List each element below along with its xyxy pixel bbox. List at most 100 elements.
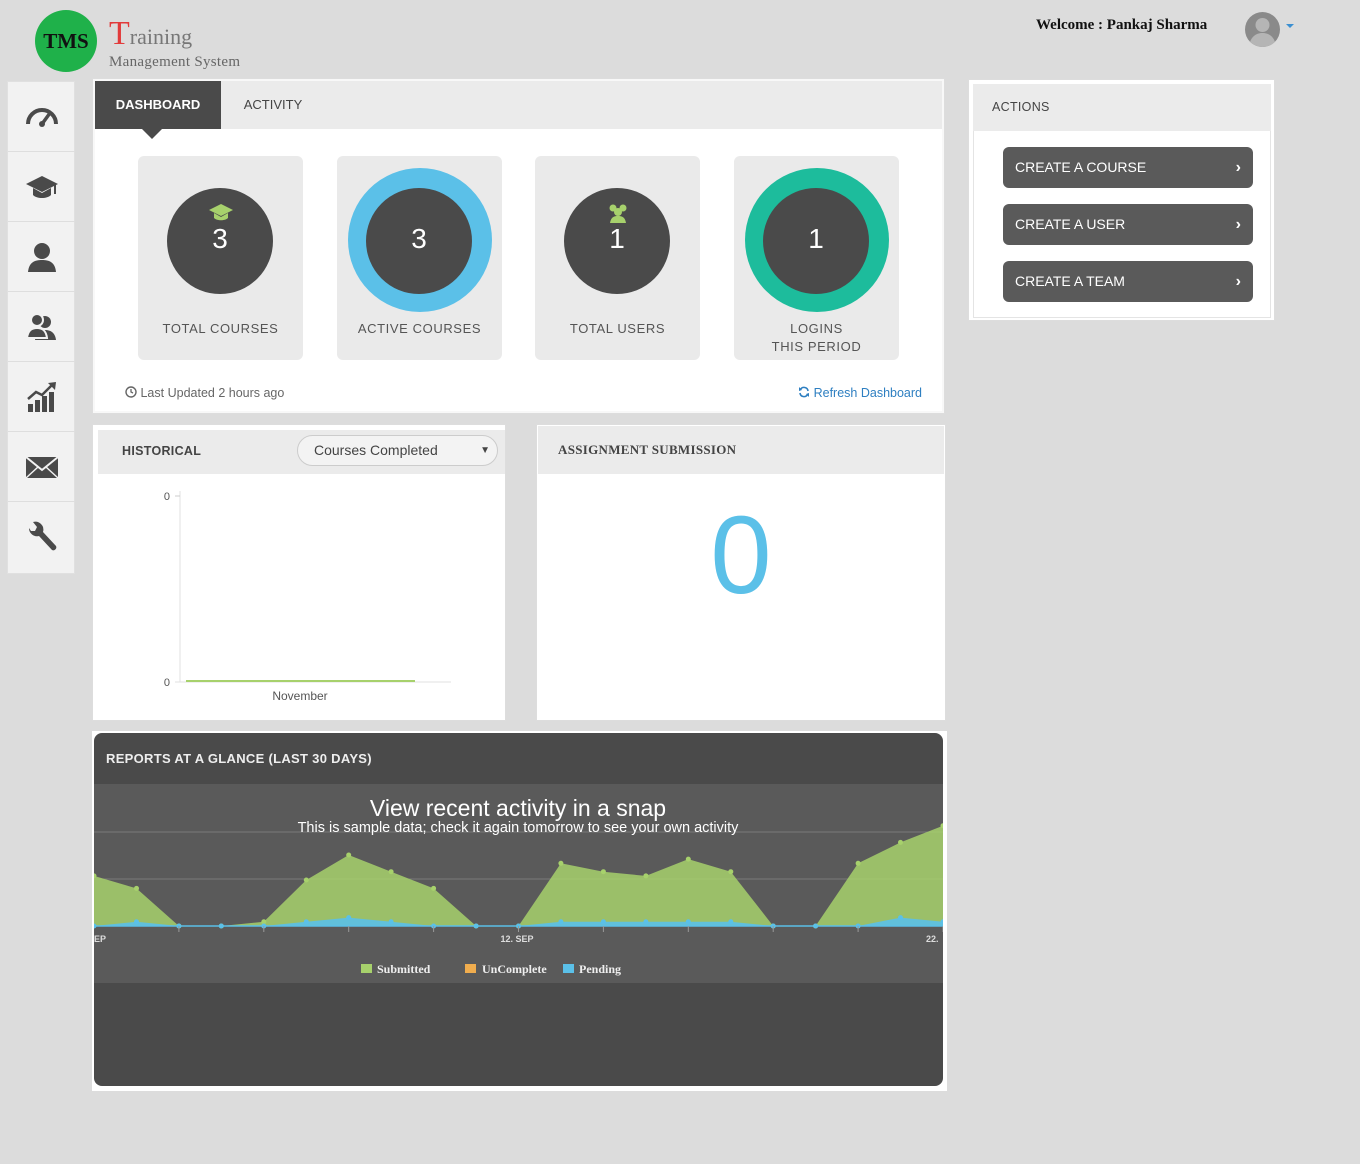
legend-label-pending[interactable]: Pending: [579, 962, 621, 976]
x-tick-label: EP: [94, 934, 106, 944]
data-point-submitted[interactable]: [303, 877, 309, 883]
data-point-pending[interactable]: [600, 919, 606, 925]
y-tick-label-bottom: 0: [164, 677, 170, 689]
envelope-icon: [24, 455, 59, 479]
app-title-initial: T: [109, 15, 130, 52]
data-point-submitted[interactable]: [685, 856, 691, 862]
chevron-right-icon: ›: [1235, 273, 1241, 290]
create-course-button[interactable]: CREATE A COURSE ›: [1003, 147, 1253, 188]
data-point-pending[interactable]: [728, 919, 734, 925]
data-point-pending[interactable]: [643, 919, 649, 925]
create-course-label: CREATE A COURSE: [1015, 159, 1147, 175]
users-icon: [609, 204, 627, 223]
stat-value: 1: [808, 223, 824, 254]
sidebar-item-dashboard[interactable]: [8, 82, 75, 152]
reports-headline: View recent activity in a snap: [370, 795, 666, 821]
create-user-label: CREATE A USER: [1015, 216, 1126, 232]
legend-swatch-submitted: [361, 964, 372, 973]
data-point-submitted[interactable]: [643, 873, 649, 879]
actions-header: ACTIONS: [973, 84, 1271, 131]
tab-dashboard[interactable]: DASHBOARD: [95, 81, 221, 139]
legend-swatch-uncomplete: [465, 964, 476, 973]
tab-activity[interactable]: ACTIVITY: [232, 81, 314, 129]
actions-list: CREATE A COURSE › CREATE A USER › CREATE…: [973, 131, 1271, 318]
data-point-pending[interactable]: [303, 919, 309, 925]
actions-title: ACTIONS: [992, 100, 1050, 114]
data-point-submitted[interactable]: [600, 869, 606, 875]
data-point-pending[interactable]: [898, 915, 903, 921]
reports-chart: View recent activity in a snap This is s…: [94, 795, 943, 976]
welcome-text: Welcome : Pankaj Sharma: [1036, 17, 1208, 33]
data-point-pending[interactable]: [685, 919, 691, 925]
reports-subline: This is sample data; check it again tomo…: [298, 820, 740, 836]
sidebar-item-messages[interactable]: [8, 432, 75, 502]
stat-total-users[interactable]: 1 TOTAL USERS: [535, 156, 700, 360]
chart-growth-icon: [26, 381, 56, 412]
reports-chart-area: View recent activity in a snap This is s…: [94, 784, 943, 983]
dashboard-tabs: DASHBOARD ACTIVITY: [95, 81, 942, 139]
stat-active-courses[interactable]: 3 ACTIVE COURSES: [337, 156, 502, 360]
sidebar-item-reports[interactable]: [8, 362, 75, 432]
sidebar-item-courses[interactable]: [8, 152, 75, 222]
y-tick-label-top: 0: [164, 491, 170, 503]
graduation-cap-icon: [209, 204, 233, 221]
stat-total-courses[interactable]: 3 TOTAL COURSES: [138, 156, 303, 360]
stat-label: TOTAL USERS: [569, 321, 666, 336]
stat-label-line2: THIS PERIOD: [771, 339, 862, 354]
logo[interactable]: TMS: [35, 10, 97, 72]
stat-logins[interactable]: 1 LOGINS THIS PERIOD: [734, 156, 899, 360]
chevron-right-icon: ›: [1235, 216, 1241, 233]
create-team-button[interactable]: CREATE A TEAM ›: [1003, 261, 1253, 302]
sidebar-item-teams[interactable]: [8, 292, 75, 362]
stat-value: 3: [212, 223, 228, 254]
chevron-right-icon: ›: [1235, 159, 1241, 176]
avatar[interactable]: [1245, 12, 1280, 47]
series-area-submitted: [94, 825, 943, 926]
data-point-pending[interactable]: [134, 919, 139, 925]
historical-chart: 0 0 November: [164, 491, 451, 703]
data-point-pending[interactable]: [558, 919, 564, 925]
actions-panel: ACTIONS CREATE A COURSE › CREATE A USER …: [968, 79, 1275, 321]
x-tick-label: November: [272, 689, 327, 703]
data-point-submitted[interactable]: [855, 860, 861, 866]
stat-label: TOTAL COURSES: [162, 321, 279, 336]
app-title-rest: raining: [129, 24, 193, 49]
legend-swatch-pending: [563, 964, 574, 973]
data-point-submitted[interactable]: [558, 860, 564, 866]
data-point-submitted[interactable]: [388, 869, 394, 875]
clock-icon: [125, 386, 137, 398]
data-point-pending[interactable]: [346, 915, 352, 921]
reports-panel: REPORTS AT A GLANCE (LAST 30 DAYS) View …: [92, 731, 947, 1091]
chevron-down-icon[interactable]: [1286, 24, 1294, 28]
app-subtitle: Management System: [109, 54, 241, 70]
legend-label-submitted[interactable]: Submitted: [377, 962, 431, 976]
data-point-submitted[interactable]: [898, 839, 903, 845]
create-team-label: CREATE A TEAM: [1015, 273, 1125, 289]
data-point-submitted[interactable]: [134, 885, 139, 891]
create-user-button[interactable]: CREATE A USER ›: [1003, 204, 1253, 245]
stat-value: 1: [609, 223, 625, 254]
refresh-dashboard-label: Refresh Dashboard: [813, 386, 922, 400]
last-updated: Last Updated 2 hours ago: [125, 386, 284, 400]
user-icon: [27, 242, 56, 272]
legend-label-uncomplete[interactable]: UnComplete: [482, 962, 547, 976]
graduation-cap-icon: [25, 175, 58, 198]
reports-title: REPORTS AT A GLANCE (LAST 30 DAYS): [106, 751, 372, 766]
sidebar-item-settings[interactable]: [8, 502, 75, 572]
wrench-icon: [28, 521, 56, 551]
data-point-submitted[interactable]: [346, 852, 352, 858]
chart-legend: Submitted UnComplete Pending: [361, 962, 621, 976]
sidebar-nav: [7, 81, 75, 574]
refresh-dashboard-link[interactable]: Refresh Dashboard: [798, 386, 922, 400]
sidebar-item-users[interactable]: [8, 222, 75, 292]
x-tick-label: 12. SEP: [500, 934, 533, 944]
speedometer-icon: [25, 107, 58, 127]
refresh-icon: [799, 386, 810, 398]
assignment-count: 0: [710, 494, 772, 617]
user-silhouette-icon: [1249, 18, 1276, 47]
data-point-pending[interactable]: [388, 919, 394, 925]
last-updated-text: Last Updated 2 hours ago: [140, 386, 285, 400]
assignment-title: ASSIGNMENT SUBMISSION: [558, 442, 737, 457]
data-point-submitted[interactable]: [728, 869, 734, 875]
data-point-submitted[interactable]: [431, 885, 437, 891]
